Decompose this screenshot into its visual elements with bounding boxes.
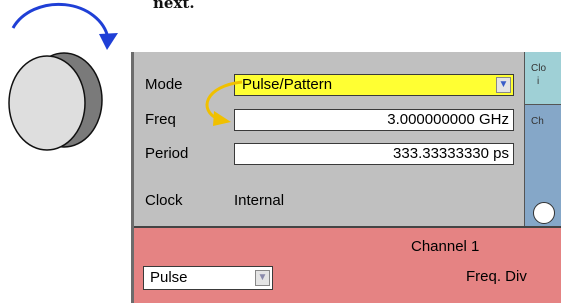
curved-arrow-icon bbox=[205, 80, 243, 126]
